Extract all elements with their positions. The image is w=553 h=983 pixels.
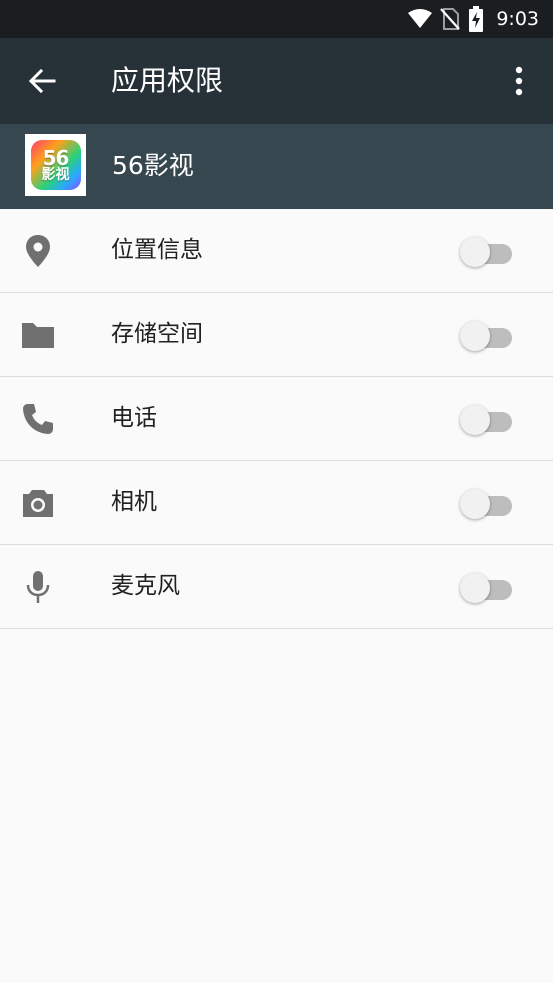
permission-label: 存储空间 — [111, 321, 203, 347]
permission-toggle-phone[interactable] — [460, 404, 514, 435]
location-pin-icon — [26, 235, 50, 267]
toggle-thumb — [460, 321, 490, 351]
app-name: 56影视 — [112, 151, 194, 180]
wifi-icon — [408, 9, 433, 28]
permission-row-storage[interactable]: 存储空间 — [0, 293, 553, 377]
battery-charging-icon — [469, 6, 484, 32]
permission-row-microphone[interactable]: 麦克风 — [0, 545, 553, 629]
permission-toggle-camera[interactable] — [460, 488, 514, 519]
status-time: 9:03 — [496, 8, 539, 30]
permission-row-phone[interactable]: 电话 — [0, 377, 553, 461]
app-logo-tile: 56 影视 — [30, 140, 81, 190]
permission-label: 电话 — [111, 405, 157, 431]
permission-label: 麦克风 — [111, 573, 180, 599]
app-logo-text: 影视 — [41, 167, 70, 183]
toggle-thumb — [460, 237, 490, 267]
microphone-icon — [26, 571, 50, 603]
back-arrow-icon[interactable] — [26, 65, 58, 97]
folder-icon — [22, 323, 54, 348]
permission-label: 相机 — [111, 489, 157, 515]
toggle-thumb — [460, 405, 490, 435]
permission-label: 位置信息 — [111, 237, 203, 263]
toggle-thumb — [460, 489, 490, 519]
more-options-icon[interactable] — [506, 65, 532, 97]
toggle-thumb — [460, 573, 490, 603]
app-logo: 56 影视 — [25, 134, 86, 196]
permission-toggle-location[interactable] — [460, 236, 514, 267]
permission-toggle-storage[interactable] — [460, 320, 514, 351]
app-logo-number: 56 — [42, 146, 70, 170]
phone-icon — [23, 404, 53, 434]
app-header: 56 影视 56影视 — [0, 124, 553, 209]
app-bar: 应用权限 — [0, 38, 553, 124]
status-bar: 9:03 — [0, 0, 553, 38]
page-title: 应用权限 — [111, 64, 224, 97]
permission-row-camera[interactable]: 相机 — [0, 461, 553, 545]
camera-icon — [23, 490, 53, 517]
permission-toggle-microphone[interactable] — [460, 572, 514, 603]
permission-list: 位置信息 存储空间 电话 相机 麦克风 — [0, 209, 553, 629]
no-sim-icon — [440, 8, 461, 30]
permission-row-location[interactable]: 位置信息 — [0, 209, 553, 293]
